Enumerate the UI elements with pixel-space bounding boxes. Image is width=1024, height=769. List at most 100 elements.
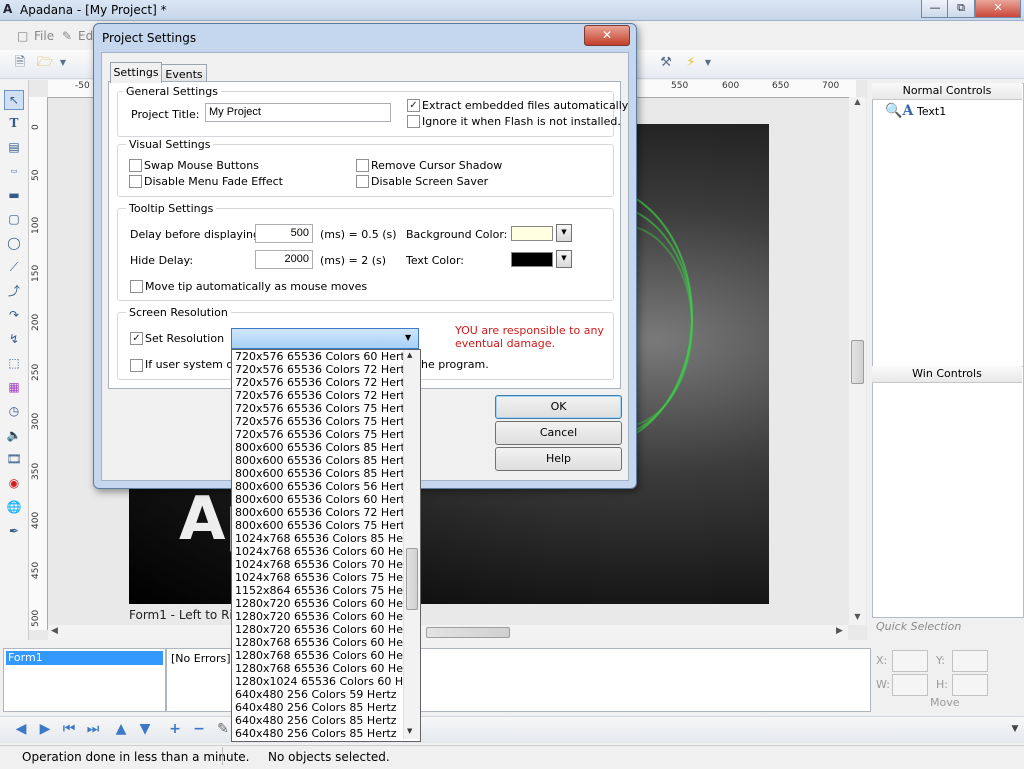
move-tip-checkbox[interactable] xyxy=(130,280,143,293)
scroll-left-arrow-icon[interactable]: ◀ xyxy=(51,626,58,636)
dropdown-scroll-down-icon[interactable]: ▼ xyxy=(407,727,412,735)
cancel-button[interactable]: Cancel xyxy=(495,421,622,445)
canvas-vertical-scrollbar[interactable]: ▲ ▼ xyxy=(849,97,866,625)
text-color-dropdown-icon[interactable]: ▼ xyxy=(556,250,572,268)
resolution-option[interactable]: 800x600 65536 Colors 85 Hertz xyxy=(235,467,411,480)
background-color-swatch[interactable] xyxy=(511,226,553,241)
panel-tool-icon[interactable]: ▬ xyxy=(5,186,23,204)
resolution-option[interactable]: 1024x768 65536 Colors 70 Hertz xyxy=(235,558,418,571)
resolution-option[interactable]: 720x576 65536 Colors 75 Hertz xyxy=(235,402,411,415)
if-user-checkbox[interactable] xyxy=(130,359,143,372)
flash-tool-icon[interactable]: ◉ xyxy=(5,474,23,492)
disable-saver-checkbox[interactable] xyxy=(356,175,369,188)
menu-file[interactable]: File xyxy=(34,29,54,43)
resolution-option[interactable]: 1280x768 65536 Colors 60 Hertz xyxy=(235,636,418,649)
resolution-option[interactable]: 640x480 256 Colors 59 Hertz xyxy=(235,688,397,701)
nav-up-icon[interactable]: ▲ xyxy=(112,720,130,738)
background-color-dropdown-icon[interactable]: ▼ xyxy=(556,224,572,242)
close-button[interactable]: ✕ xyxy=(975,0,1021,18)
nav-dropdown-icon[interactable]: ▼ xyxy=(1006,720,1024,738)
resolution-option[interactable]: 1280x768 65536 Colors 60 Hertz xyxy=(235,649,418,662)
resolution-option[interactable]: 720x576 65536 Colors 75 Hertz xyxy=(235,415,411,428)
dialog-close-button[interactable]: ✕ xyxy=(584,25,630,46)
canvas-horizontal-scrollbar[interactable]: ◀ ▶ xyxy=(48,625,848,640)
scroll-down-arrow-icon[interactable]: ▼ xyxy=(849,612,866,621)
scroll-right-arrow-icon[interactable]: ▶ xyxy=(836,626,843,636)
new-file-icon[interactable]: 🗎 xyxy=(12,55,28,71)
resolution-option[interactable]: 720x576 65536 Colors 72 Hertz xyxy=(235,363,411,376)
resolution-option[interactable]: 1280x768 65536 Colors 60 Hertz xyxy=(235,662,418,675)
rectangle-tool-icon[interactable]: ▢ xyxy=(5,210,23,228)
selection-area-tool-icon[interactable]: ⬚ xyxy=(5,354,23,372)
forms-list[interactable]: Form1 xyxy=(3,648,166,712)
set-resolution-checkbox[interactable]: ✓ xyxy=(130,332,143,345)
resolution-option[interactable]: 1280x720 65536 Colors 60 Hertz xyxy=(235,623,418,636)
tree-item-text1[interactable]: Text1 xyxy=(917,105,946,118)
video-tool-icon[interactable]: 🎞 xyxy=(5,450,23,468)
resolution-option[interactable]: 1024x768 65536 Colors 85 Hertz xyxy=(235,532,418,545)
lightning-icon[interactable]: ⚡ xyxy=(683,55,699,71)
resolution-option[interactable]: 1280x720 65536 Colors 60 Hertz xyxy=(235,597,418,610)
nav-first-icon[interactable]: ⏮ xyxy=(60,720,78,738)
project-title-input[interactable] xyxy=(205,103,391,122)
hide-delay-input[interactable] xyxy=(255,250,313,269)
disable-fade-checkbox[interactable] xyxy=(129,175,142,188)
help-button[interactable]: Help xyxy=(495,447,622,471)
resolution-option[interactable]: 800x600 65536 Colors 72 Hertz xyxy=(235,506,411,519)
nav-down-icon[interactable]: ▼ xyxy=(136,720,154,738)
tool-icon[interactable]: ⚒ xyxy=(658,55,674,71)
scroll-thumb[interactable] xyxy=(851,340,864,384)
resolution-option[interactable]: 800x600 65536 Colors 85 Hertz xyxy=(235,441,411,454)
edit-tool-icon[interactable]: ✎ xyxy=(214,720,232,738)
dropdown-scrollbar[interactable]: ▲ ▼ xyxy=(403,350,420,739)
dropdown-scroll-up-icon[interactable]: ▲ xyxy=(407,351,412,359)
combo-arrow-icon[interactable]: ▼ xyxy=(405,333,411,342)
text-color-swatch[interactable] xyxy=(511,252,553,267)
resolution-option[interactable]: 800x600 65536 Colors 85 Hertz xyxy=(235,454,411,467)
text-tool-icon[interactable]: T xyxy=(5,114,23,132)
ok-button[interactable]: OK xyxy=(495,395,622,419)
dropdown-scroll-thumb[interactable] xyxy=(406,548,418,610)
resolution-option[interactable]: 800x600 65536 Colors 75 Hertz xyxy=(235,519,411,532)
resolution-option[interactable]: 720x576 65536 Colors 75 Hertz xyxy=(235,428,411,441)
scroll-up-arrow-icon[interactable]: ▲ xyxy=(849,97,866,106)
resolution-option[interactable]: 1280x1024 65536 Colors 60 Hertz xyxy=(235,675,420,688)
resolution-option[interactable]: 1024x768 65536 Colors 75 Hertz xyxy=(235,571,418,584)
remove-cursor-checkbox[interactable] xyxy=(356,159,369,172)
w-input[interactable] xyxy=(892,674,928,696)
scroll-thumb[interactable] xyxy=(426,627,510,638)
resolution-combo[interactable]: ▼ xyxy=(231,328,419,349)
nav-last-icon[interactable]: ⏭ xyxy=(84,720,102,738)
forms-list-item[interactable]: Form1 xyxy=(6,651,163,665)
delay-input[interactable] xyxy=(255,224,313,243)
image-tool-icon[interactable]: ▦ xyxy=(5,378,23,396)
ok-button-tool-icon[interactable]: ▭ xyxy=(5,162,23,180)
curve-tool-icon[interactable]: ↷ xyxy=(5,306,23,324)
bezier-tool-icon[interactable]: ↯ xyxy=(5,330,23,348)
ignore-flash-checkbox[interactable] xyxy=(407,115,420,128)
line-tool-icon[interactable]: ⟋ xyxy=(5,258,23,276)
resolution-option[interactable]: 800x600 65536 Colors 60 Hertz xyxy=(235,493,411,506)
nav-right-icon[interactable]: ▶ xyxy=(36,720,54,738)
open-folder-icon[interactable]: 🗁 xyxy=(37,55,53,71)
resolution-option[interactable]: 720x576 65536 Colors 60 Hertz xyxy=(235,350,411,363)
lightning-dropdown-icon[interactable]: ▼ xyxy=(700,55,716,71)
maximize-button[interactable]: ⧉ xyxy=(947,0,975,18)
resolution-dropdown-list[interactable]: 720x576 65536 Colors 60 Hertz 720x576 65… xyxy=(231,349,421,742)
nav-left-icon[interactable]: ◀ xyxy=(12,720,30,738)
resolution-option[interactable]: 720x576 65536 Colors 72 Hertz xyxy=(235,389,411,402)
extract-checkbox[interactable]: ✓ xyxy=(407,99,420,112)
remove-icon[interactable]: − xyxy=(190,720,208,738)
add-icon[interactable]: + xyxy=(166,720,184,738)
tab-settings[interactable]: Settings xyxy=(110,62,162,83)
resolution-option[interactable]: 1152x864 65536 Colors 75 Hertz xyxy=(235,584,418,597)
text-control-icon[interactable]: 🔍A xyxy=(885,103,913,119)
resolution-option[interactable]: 720x576 65536 Colors 72 Hertz xyxy=(235,376,411,389)
pen-tool-icon[interactable]: ✒ xyxy=(5,522,23,540)
ellipse-tool-icon[interactable]: ◯ xyxy=(5,234,23,252)
resolution-option[interactable]: 640x480 256 Colors 85 Hertz xyxy=(235,701,397,714)
x-input[interactable] xyxy=(892,650,928,672)
resolution-option[interactable]: 640x480 256 Colors 85 Hertz xyxy=(235,714,397,727)
resolution-option[interactable]: 1024x768 65536 Colors 60 Hertz xyxy=(235,545,418,558)
web-tool-icon[interactable]: 🌐 xyxy=(5,498,23,516)
